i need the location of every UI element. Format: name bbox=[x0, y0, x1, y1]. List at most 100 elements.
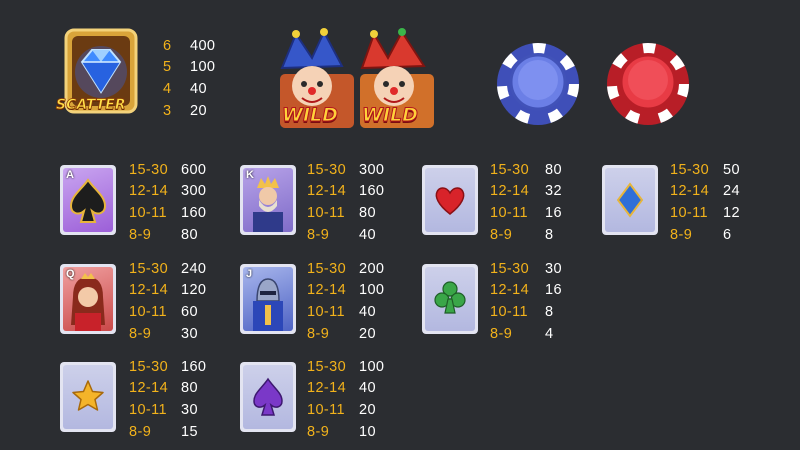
payout-value: 600 bbox=[181, 161, 207, 178]
match-count: 12-14 bbox=[490, 282, 530, 299]
payout-value: 15 bbox=[181, 423, 198, 440]
match-count: 5 bbox=[163, 59, 172, 76]
match-count: 12-14 bbox=[129, 282, 169, 299]
pay-row: 12-14 80 bbox=[129, 378, 206, 400]
pay-row: 6 400 bbox=[163, 35, 215, 57]
payout-value: 12 bbox=[723, 204, 740, 221]
payout-value: 16 bbox=[545, 204, 562, 221]
payout-value: 40 bbox=[190, 80, 207, 97]
pay-row: 15-30 240 bbox=[129, 258, 206, 280]
wild-label: WILD bbox=[362, 104, 419, 127]
match-count: 10-11 bbox=[129, 303, 168, 320]
payout-value: 8 bbox=[545, 303, 554, 320]
king-paytable: 15-30 300 12-14 160 10-11 80 8-9 40 bbox=[307, 159, 384, 245]
queen-portrait-icon bbox=[71, 273, 105, 331]
pay-row: 10-11 40 bbox=[307, 301, 384, 323]
match-count: 15-30 bbox=[490, 260, 530, 277]
payout-value: 30 bbox=[181, 325, 198, 342]
match-count: 15-30 bbox=[307, 358, 347, 375]
pay-row: 12-14 24 bbox=[670, 181, 740, 203]
match-count: 10-11 bbox=[307, 401, 346, 418]
match-count: 8-9 bbox=[129, 325, 152, 342]
match-count: 12-14 bbox=[490, 183, 530, 200]
spade-icon bbox=[253, 377, 283, 416]
ace-paytable: 15-30 600 12-14 300 10-11 160 8-9 80 bbox=[129, 159, 206, 245]
payout-value: 100 bbox=[359, 358, 385, 375]
pay-row: 15-30 600 bbox=[129, 159, 206, 181]
pay-row: 10-11 16 bbox=[490, 202, 562, 224]
payout-value: 160 bbox=[181, 204, 207, 221]
pay-row: 8-9 20 bbox=[307, 323, 384, 345]
match-count: 12-14 bbox=[307, 282, 347, 299]
match-count: 10-11 bbox=[490, 303, 529, 320]
pay-row: 15-30 200 bbox=[307, 258, 384, 280]
payout-value: 10 bbox=[359, 423, 376, 440]
ace-card: A bbox=[60, 165, 116, 235]
star-card bbox=[60, 362, 116, 432]
payout-value: 32 bbox=[545, 183, 562, 200]
payout-value: 400 bbox=[190, 37, 216, 54]
pay-row: 3 20 bbox=[163, 100, 215, 122]
payout-value: 80 bbox=[181, 380, 198, 397]
pay-row: 12-14 300 bbox=[129, 181, 206, 203]
payout-value: 40 bbox=[359, 380, 376, 397]
match-count: 10-11 bbox=[670, 204, 709, 221]
match-count: 15-30 bbox=[670, 161, 710, 178]
blue-chip-icon bbox=[497, 43, 579, 125]
jack-card: J bbox=[240, 264, 296, 334]
pay-row: 10-11 12 bbox=[670, 202, 740, 224]
star-icon bbox=[72, 380, 104, 411]
scatter-symbol: SCATTER bbox=[52, 26, 150, 130]
match-count: 15-30 bbox=[129, 260, 169, 277]
match-count: 8-9 bbox=[490, 226, 513, 243]
pay-row: 10-11 60 bbox=[129, 301, 206, 323]
knight-portrait-icon bbox=[253, 278, 283, 331]
match-count: 8-9 bbox=[307, 226, 330, 243]
pay-row: 12-14 16 bbox=[490, 280, 562, 302]
payout-value: 40 bbox=[359, 303, 376, 320]
match-count: 8-9 bbox=[490, 325, 513, 342]
pay-row: 10-11 8 bbox=[490, 301, 562, 323]
payout-value: 160 bbox=[181, 358, 207, 375]
red-chip bbox=[604, 40, 692, 128]
match-count: 8-9 bbox=[129, 423, 152, 440]
match-count: 8-9 bbox=[129, 226, 152, 243]
match-count: 10-11 bbox=[490, 204, 529, 221]
pay-row: 12-14 32 bbox=[490, 181, 562, 203]
match-count: 12-14 bbox=[129, 380, 169, 397]
wild-label: WILD bbox=[282, 104, 339, 127]
pay-row: 8-9 6 bbox=[670, 224, 740, 246]
match-count: 15-30 bbox=[307, 161, 347, 178]
payout-value: 80 bbox=[359, 204, 376, 221]
pay-row: 8-9 40 bbox=[307, 224, 384, 246]
payout-value: 80 bbox=[545, 161, 562, 178]
payout-value: 160 bbox=[359, 183, 385, 200]
match-count: 15-30 bbox=[129, 161, 169, 178]
match-count: 15-30 bbox=[490, 161, 530, 178]
payout-value: 200 bbox=[359, 260, 385, 277]
payout-value: 240 bbox=[181, 260, 207, 277]
pay-row: 15-30 300 bbox=[307, 159, 384, 181]
payout-value: 20 bbox=[359, 401, 376, 418]
payout-value: 6 bbox=[723, 226, 732, 243]
payout-value: 100 bbox=[359, 282, 385, 299]
match-count: 3 bbox=[163, 102, 172, 119]
payout-value: 20 bbox=[359, 325, 376, 342]
star-paytable: 15-30 160 12-14 80 10-11 30 8-9 15 bbox=[129, 356, 206, 442]
spade-paytable: 15-30 100 12-14 40 10-11 20 8-9 10 bbox=[307, 356, 384, 442]
jack-paytable: 15-30 200 12-14 100 10-11 40 8-9 20 bbox=[307, 258, 384, 344]
diamond-card bbox=[602, 165, 658, 235]
payout-value: 300 bbox=[181, 183, 207, 200]
pay-row: 8-9 30 bbox=[129, 323, 206, 345]
pay-row: 8-9 10 bbox=[307, 421, 384, 443]
payout-value: 80 bbox=[181, 226, 198, 243]
queen-paytable: 15-30 240 12-14 120 10-11 60 8-9 30 bbox=[129, 258, 206, 344]
pay-row: 4 40 bbox=[163, 78, 215, 100]
match-count: 10-11 bbox=[307, 204, 346, 221]
spade-card bbox=[240, 362, 296, 432]
payout-value: 40 bbox=[359, 226, 376, 243]
match-count: 10-11 bbox=[129, 204, 168, 221]
payout-value: 8 bbox=[545, 226, 554, 243]
pay-row: 8-9 15 bbox=[129, 421, 206, 443]
match-count: 15-30 bbox=[307, 260, 347, 277]
